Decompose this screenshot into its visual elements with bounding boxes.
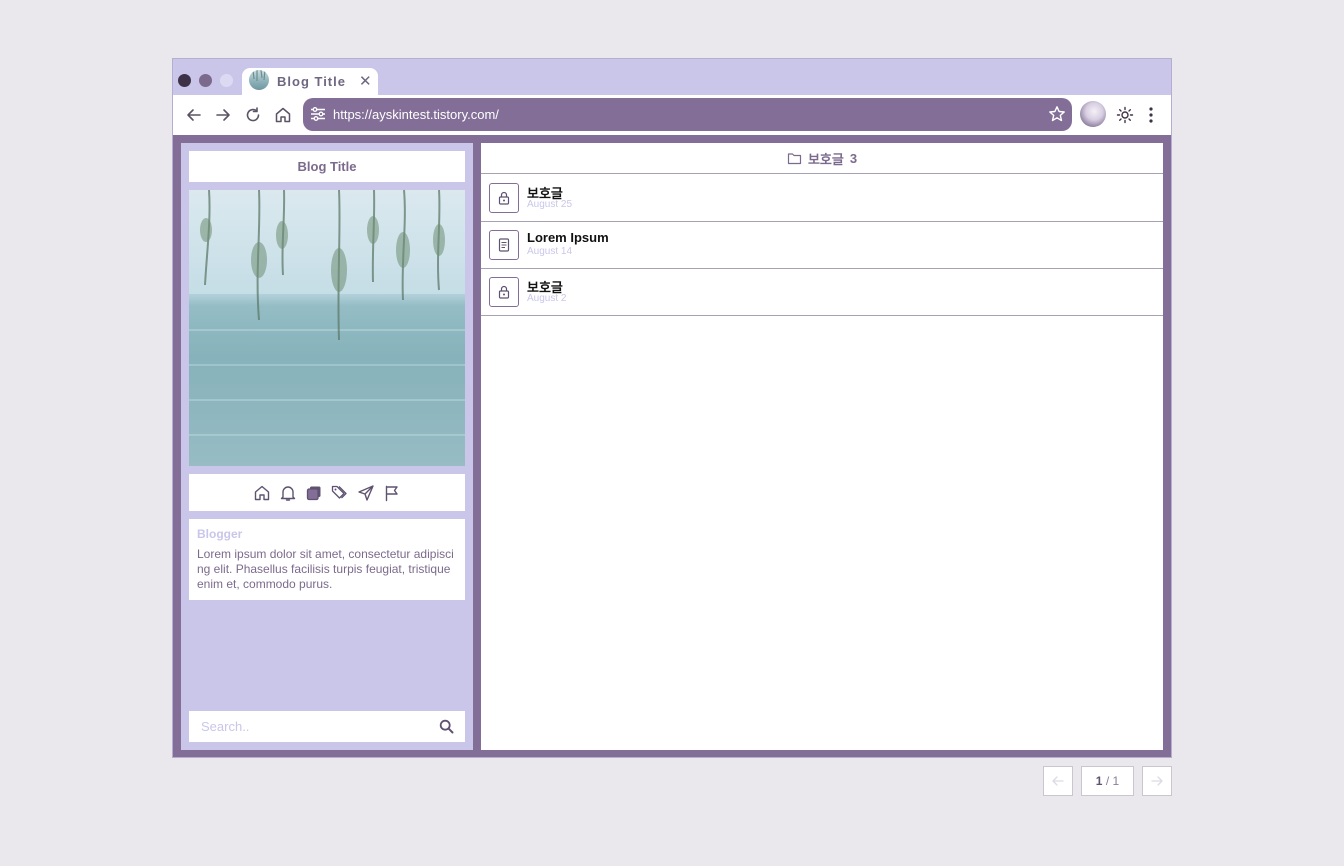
post-date: August 2 xyxy=(527,293,567,304)
category-name: 보호글 xyxy=(807,151,844,167)
category-header: 보호글 3 xyxy=(481,143,1163,174)
main-content: 보호글 3 보호글 August 25 Lorem Ipsum August 1… xyxy=(481,143,1163,750)
home-icon[interactable] xyxy=(273,105,293,125)
prev-page-button[interactable] xyxy=(1043,766,1073,796)
browser-toolbar: https://ayskintest.tistory.com/ xyxy=(173,95,1171,135)
home-icon[interactable] xyxy=(253,484,271,502)
tab-bar: Blog Title ✕ xyxy=(173,59,1171,95)
post-title[interactable]: Lorem Ipsum xyxy=(527,230,609,245)
menu-kebab-icon[interactable] xyxy=(1143,105,1159,125)
blogger-profile: Blogger Lorem ipsum dolor sit amet, cons… xyxy=(189,519,465,600)
folder-icon xyxy=(787,151,802,166)
category-count: 3 xyxy=(849,150,858,166)
sidebar: Blog Title Blogger Lorem ipsum dolor sit… xyxy=(181,143,473,750)
browser-window: Blog Title ✕ https://ayskintest.tistory.… xyxy=(172,58,1172,758)
send-icon[interactable] xyxy=(357,484,375,502)
post-item[interactable]: 보호글 August 2 xyxy=(481,269,1163,316)
back-arrow-icon[interactable] xyxy=(184,105,204,125)
tags-icon[interactable] xyxy=(331,484,349,502)
arrow-right-icon xyxy=(1151,776,1163,786)
post-date: August 25 xyxy=(527,199,573,210)
total-pages: 1 xyxy=(1112,774,1120,788)
blog-title[interactable]: Blog Title xyxy=(189,151,465,182)
document-icon xyxy=(489,230,519,260)
window-maximize-dot[interactable] xyxy=(220,74,233,87)
url-text[interactable]: https://ayskintest.tistory.com/ xyxy=(333,107,499,122)
address-bar[interactable]: https://ayskintest.tistory.com/ xyxy=(303,98,1072,131)
page-indicator: 1 / 1 xyxy=(1081,766,1134,796)
blog-cover-image xyxy=(189,190,465,466)
sidebar-icon-bar xyxy=(189,474,465,511)
flag-icon[interactable] xyxy=(383,484,401,502)
reload-icon[interactable] xyxy=(243,105,263,125)
favicon-icon xyxy=(249,70,269,90)
lock-icon xyxy=(489,277,519,307)
post-item[interactable]: 보호글 August 25 xyxy=(481,175,1163,222)
page-separator: / xyxy=(1102,774,1113,788)
search-input[interactable] xyxy=(189,711,429,742)
bookmark-star-icon[interactable] xyxy=(1048,105,1066,123)
browser-tab[interactable]: Blog Title ✕ xyxy=(242,68,378,95)
post-item[interactable]: Lorem Ipsum August 14 xyxy=(481,222,1163,269)
tab-title: Blog Title xyxy=(277,74,346,89)
search-icon[interactable] xyxy=(439,719,454,734)
theme-sun-icon[interactable] xyxy=(1116,106,1134,124)
bell-icon[interactable] xyxy=(279,484,297,502)
forward-arrow-icon[interactable] xyxy=(213,105,233,125)
tab-close-icon[interactable]: ✕ xyxy=(359,72,372,90)
stack-icon[interactable] xyxy=(305,484,323,502)
window-close-dot[interactable] xyxy=(178,74,191,87)
window-minimize-dot[interactable] xyxy=(199,74,212,87)
blogger-description: Lorem ipsum dolor sit amet, consectetur … xyxy=(197,547,454,591)
lock-icon xyxy=(489,183,519,213)
arrow-left-icon xyxy=(1052,776,1064,786)
site-settings-icon[interactable] xyxy=(309,105,327,123)
post-date: August 14 xyxy=(527,246,573,257)
next-page-button[interactable] xyxy=(1142,766,1172,796)
profile-avatar[interactable] xyxy=(1080,101,1106,127)
search-box xyxy=(189,711,465,742)
blogger-name: Blogger xyxy=(197,527,243,541)
